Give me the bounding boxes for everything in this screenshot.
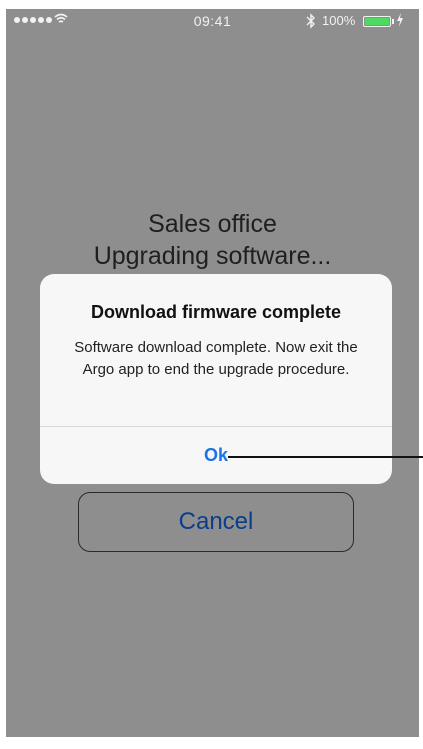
alert-message: Software download complete. Now exit the… [74, 339, 358, 378]
callout-line [228, 456, 423, 458]
alert-dialog: Download firmware complete Software down… [40, 274, 392, 484]
battery-percent: 100% [322, 13, 356, 28]
battery-fill [365, 18, 389, 25]
bluetooth-icon [306, 13, 315, 29]
phone-screen: 09:41 100% Sales office Upgrading softwa… [6, 9, 419, 737]
page-title: Sales office [148, 210, 277, 238]
alert-title: Download firmware complete [90, 302, 342, 322]
charging-icon [397, 13, 403, 27]
cancel-button[interactable]: Cancel [78, 492, 354, 552]
status-bar: 09:41 100% [6, 9, 419, 33]
battery-icon [363, 16, 391, 27]
battery-cap [392, 19, 394, 24]
status-time: 09:41 [193, 13, 232, 29]
page-subtitle: Upgrading software... [93, 242, 332, 270]
